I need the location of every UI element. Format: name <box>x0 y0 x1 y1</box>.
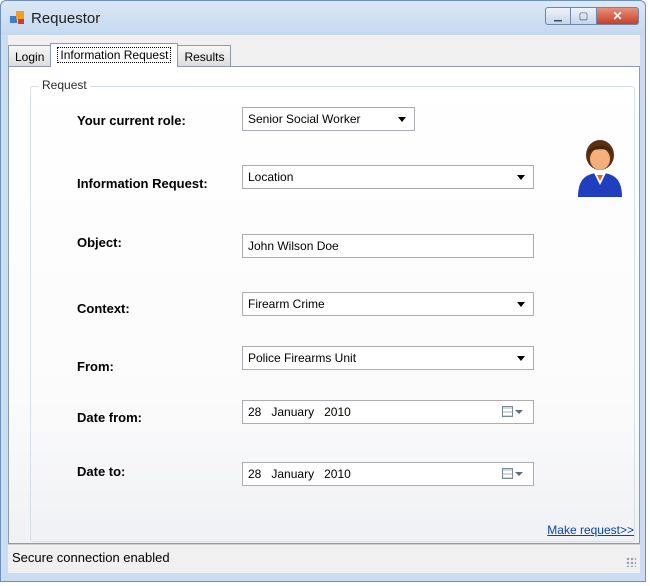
context-value: Firearm Crime <box>248 297 325 311</box>
tab-results[interactable]: Results <box>177 45 232 67</box>
calendar-icon[interactable] <box>502 406 523 417</box>
dropdown-arrow-icon <box>517 356 525 361</box>
title-bar[interactable]: Requestor ▁ ▢ ✕ <box>1 1 645 35</box>
app-window: Requestor ▁ ▢ ✕ Login Information Reques… <box>0 0 646 582</box>
date-from-label: Date from: <box>77 410 143 425</box>
dropdown-arrow-icon <box>517 175 525 180</box>
close-icon: ✕ <box>612 9 623 23</box>
date-from-year: 2010 <box>324 405 351 419</box>
maximize-icon: ▢ <box>578 10 589 22</box>
date-from-day: 28 <box>248 405 262 419</box>
info-request-select[interactable]: Location <box>242 165 534 189</box>
object-input[interactable]: John Wilson Doe <box>242 234 534 258</box>
object-label: Object: <box>77 235 122 250</box>
app-icon <box>10 11 24 25</box>
date-to-label: Date to: <box>77 464 126 479</box>
maximize-button[interactable]: ▢ <box>571 7 597 25</box>
object-value: John Wilson Doe <box>248 239 339 253</box>
context-label: Context: <box>77 301 130 316</box>
date-from-picker[interactable]: 28 January 2010 <box>242 400 534 424</box>
date-from-month: January <box>271 405 315 419</box>
from-value: Police Firearms Unit <box>248 351 357 365</box>
role-value: Senior Social Worker <box>248 112 361 126</box>
from-select[interactable]: Police Firearms Unit <box>242 346 534 370</box>
client-area: Login Information Request Results Reques… <box>8 35 640 573</box>
tab-login[interactable]: Login <box>8 45 52 67</box>
minimize-button[interactable]: ▁ <box>545 7 571 25</box>
date-to-picker[interactable]: 28 January 2010 <box>242 462 534 486</box>
minimize-icon: ▁ <box>554 10 562 22</box>
dropdown-arrow-icon <box>398 117 406 122</box>
request-group-label: Request <box>39 78 90 92</box>
from-label: From: <box>77 359 114 374</box>
role-select[interactable]: Senior Social Worker <box>242 107 415 131</box>
role-label: Your current role: <box>77 113 186 128</box>
close-button[interactable]: ✕ <box>597 7 639 25</box>
window-title: Requestor <box>31 10 101 27</box>
date-to-month: January <box>271 467 315 481</box>
date-to-day: 28 <box>248 467 262 481</box>
tab-strip: Login Information Request Results <box>8 43 232 67</box>
status-bar: Secure connection enabled <box>8 544 640 570</box>
info-request-value: Location <box>248 170 294 184</box>
information-request-panel: Request Your current role: Senior Social… <box>8 66 640 544</box>
tab-information-request[interactable]: Information Request <box>50 43 179 67</box>
resize-grip-icon[interactable] <box>626 557 636 567</box>
date-to-year: 2010 <box>324 467 351 481</box>
tab-information-request-label: Information Request <box>57 47 172 63</box>
status-text: Secure connection enabled <box>12 550 170 565</box>
calendar-icon[interactable] <box>502 468 523 479</box>
context-select[interactable]: Firearm Crime <box>242 292 534 316</box>
make-request-link[interactable]: Make request>> <box>547 523 634 537</box>
dropdown-arrow-icon <box>517 302 525 307</box>
info-request-label: Information Request: <box>77 176 208 191</box>
user-avatar-icon <box>578 140 622 197</box>
